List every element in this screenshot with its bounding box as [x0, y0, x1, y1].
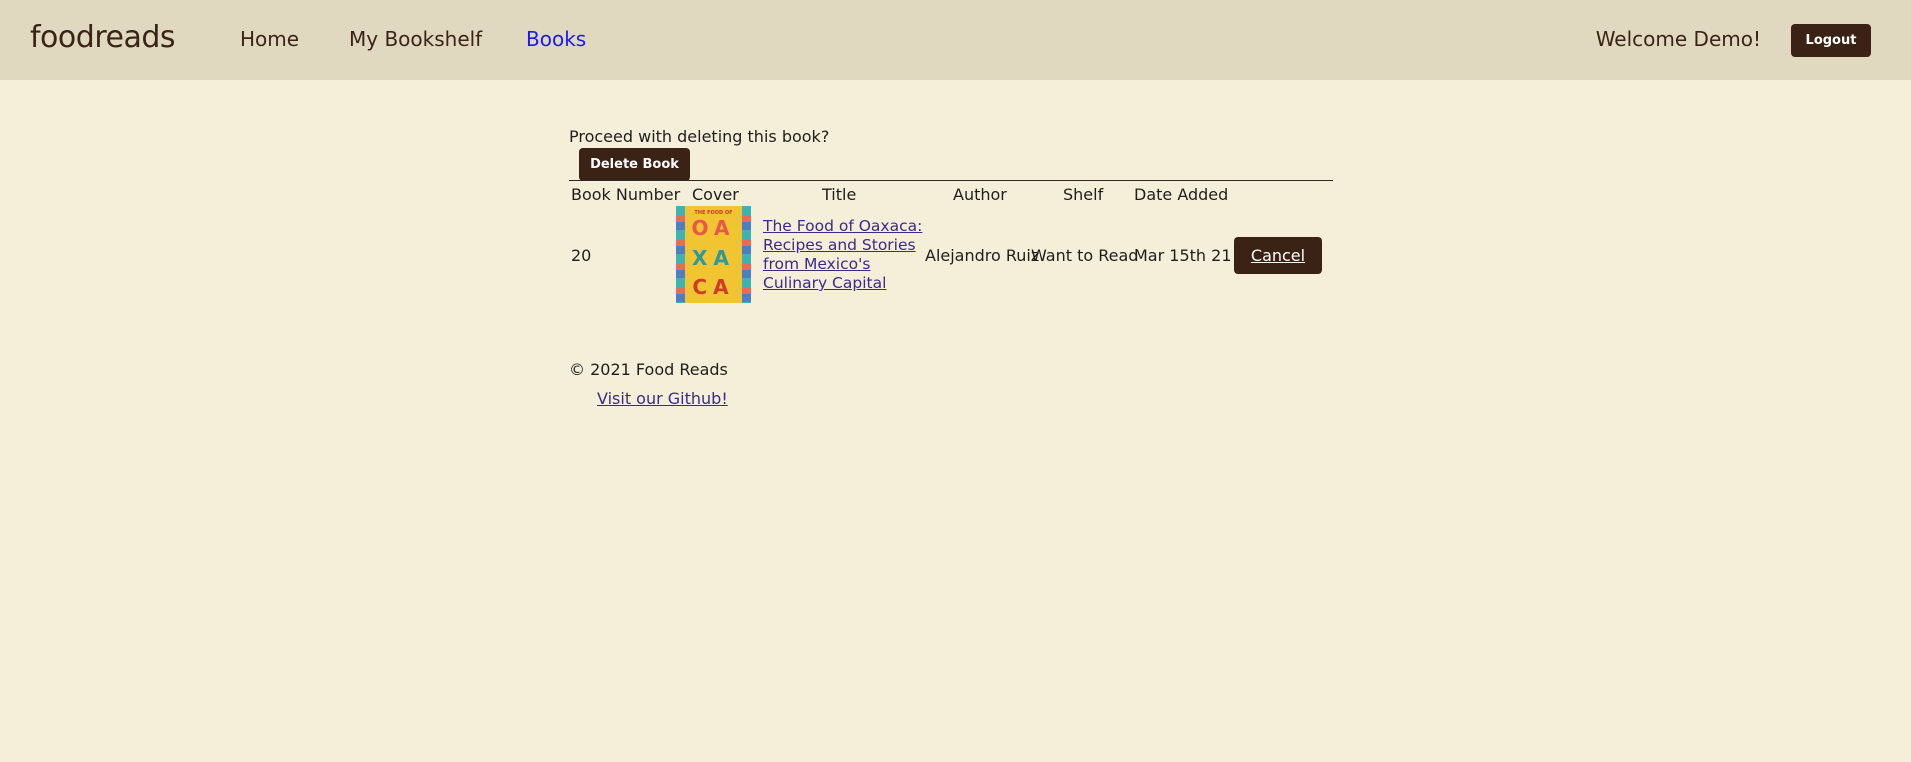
nav-home-link[interactable]: Home: [240, 27, 299, 51]
header-book-number: Book Number: [571, 185, 681, 204]
cover-letters-2: XA: [692, 246, 735, 270]
cover-letters-3: CA: [692, 275, 735, 299]
book-author: Alejandro Ruiz: [925, 246, 1040, 265]
header-author: Author: [953, 185, 1007, 204]
logout-button[interactable]: Logout: [1791, 24, 1871, 57]
table-divider: [569, 180, 1333, 181]
nav-books-link[interactable]: Books: [526, 27, 586, 51]
delete-prompt: Proceed with deleting this book?: [569, 127, 830, 146]
brand-logo[interactable]: foodreads: [30, 20, 176, 55]
book-title-link[interactable]: The Food of Oaxaca: Recipes and Stories …: [763, 217, 923, 293]
cover-letters-1: OA: [691, 216, 736, 240]
cancel-button[interactable]: Cancel: [1234, 237, 1322, 274]
header-shelf: Shelf: [1063, 185, 1104, 204]
book-date-added: Mar 15th 21: [1134, 246, 1232, 265]
book-cover-image[interactable]: THE FOOD OF OA XA CA: [676, 206, 751, 303]
welcome-message: Welcome Demo!: [1595, 27, 1761, 51]
book-shelf: Want to Read: [1031, 246, 1139, 265]
top-navbar: foodreads Home My Bookshelf Books Welcom…: [0, 0, 1911, 80]
delete-book-button[interactable]: Delete Book: [579, 148, 690, 181]
cover-pattern-left: [676, 206, 685, 303]
book-number: 20: [571, 246, 592, 265]
header-cover: Cover: [692, 185, 739, 204]
header-title: Title: [822, 185, 857, 204]
cover-pattern-right: [742, 206, 751, 303]
header-date-added: Date Added: [1134, 185, 1229, 204]
nav-my-bookshelf-link[interactable]: My Bookshelf: [349, 27, 482, 51]
footer-copyright: © 2021 Food Reads: [569, 360, 728, 379]
github-link[interactable]: Visit our Github!: [597, 389, 728, 408]
